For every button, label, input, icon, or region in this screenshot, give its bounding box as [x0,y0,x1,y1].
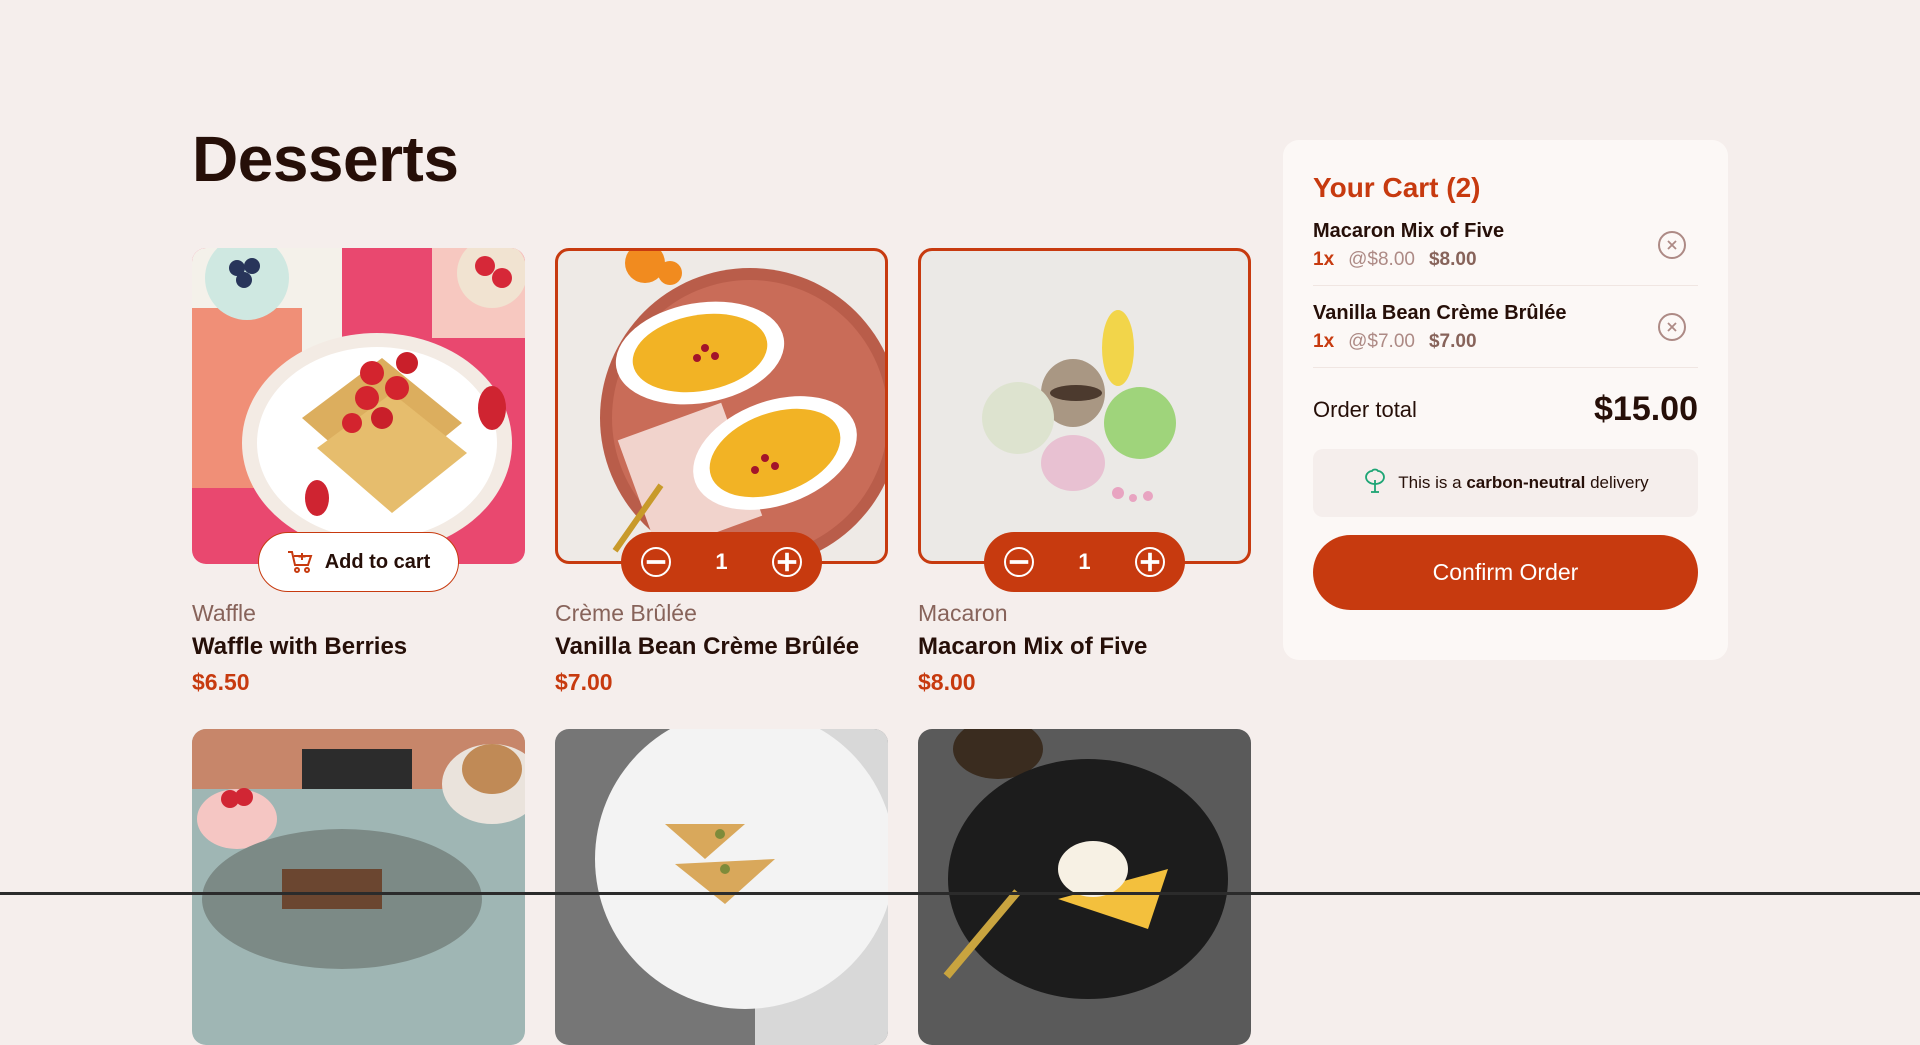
product-category: Waffle [192,600,256,626]
plus-icon [777,552,797,572]
increment-button[interactable] [1135,547,1165,577]
cart-item-qty: 1x [1313,249,1335,270]
product-card-tiramisu [192,729,525,1045]
minus-icon [1009,560,1029,564]
product-image-tiramisu [192,729,525,1045]
product-name: Waffle with Berries [192,633,408,660]
cart-item-qty: 1x [1313,331,1335,352]
product-card-baklava [555,729,888,1045]
product-image-baklava [555,729,888,1045]
product-price: $7.00 [555,669,613,695]
carbon-bold: carbon-neutral [1466,473,1586,492]
carbon-suffix: delivery [1590,473,1649,492]
product-image-pie [918,729,1251,1045]
product-price: $6.50 [192,669,250,695]
page-title: Desserts [192,123,459,195]
product-image-macaron: 1 [918,248,1251,592]
order-total-row: Order total $15.00 [1313,390,1698,429]
product-name: Macaron Mix of Five [918,633,1148,660]
add-to-cart-button[interactable]: Add to cart [258,532,459,592]
quantity-value: 1 [1078,549,1091,574]
cart-item-name: Macaron Mix of Five [1313,220,1505,242]
product-image-waffle: Add to cart [192,248,525,592]
carbon-text: This is a carbon-neutral delivery [1398,473,1648,493]
cart-add-icon [287,550,313,574]
cart-item-details: 1x @$8.00 $8.00 [1313,249,1698,271]
product-price: $8.00 [918,669,976,695]
product-category: Macaron [918,600,1008,626]
product-card-pie [918,729,1251,1045]
carbon-prefix: This is a [1398,473,1462,492]
order-total-value: $15.00 [1594,390,1698,428]
product-card-macaron: 1 Macaron Macaron Mix of Five $8.00 [918,248,1251,696]
cart-item: Macaron Mix of Five 1x @$8.00 $8.00 [1313,204,1698,286]
cart-title: Your Cart (2) [1313,172,1481,203]
remove-item-icon [1667,239,1677,250]
cart-panel: Your Cart (2) Macaron Mix of Five 1x @$8… [1283,140,1728,660]
carbon-neutral-tree-icon [1362,468,1388,499]
cart-item-unit-price: @$7.00 [1348,331,1415,352]
product-image-creme-brulee: 1 [555,248,888,592]
carbon-neutral-notice: This is a carbon-neutral delivery [1313,449,1698,517]
cart-item-unit-price: @$8.00 [1348,249,1415,270]
product-card-creme-brulee: 1 Crème Brûlée Vanilla Bean Crème Brûlée… [555,248,888,696]
decrement-button[interactable] [641,547,671,577]
remove-item-button[interactable] [1658,230,1686,259]
quantity-stepper: 1 [621,532,822,592]
product-card-waffle: Add to cart Waffle Waffle with Berries $… [192,248,525,696]
minus-icon [646,560,666,564]
cart-item-details: 1x @$7.00 $7.00 [1313,331,1698,353]
quantity-value: 1 [715,549,728,574]
cart-item-name: Vanilla Bean Crème Brûlée [1313,302,1567,324]
order-total-label: Order total [1313,396,1417,422]
plus-icon [1140,552,1160,572]
decrement-button[interactable] [1004,547,1034,577]
add-to-cart-label: Add to cart [324,550,431,573]
increment-button[interactable] [772,547,802,577]
product-category: Crème Brûlée [555,600,697,626]
confirm-order-button[interactable]: Confirm Order [1313,535,1698,610]
remove-item-icon [1667,321,1677,332]
cart-item: Vanilla Bean Crème Brûlée 1x @$7.00 $7.0… [1313,286,1698,368]
quantity-stepper: 1 [984,532,1185,592]
cart-item-total: $7.00 [1428,331,1477,352]
product-name: Vanilla Bean Crème Brûlée [555,633,860,660]
remove-item-button[interactable] [1658,312,1686,341]
cart-item-total: $8.00 [1428,249,1477,270]
